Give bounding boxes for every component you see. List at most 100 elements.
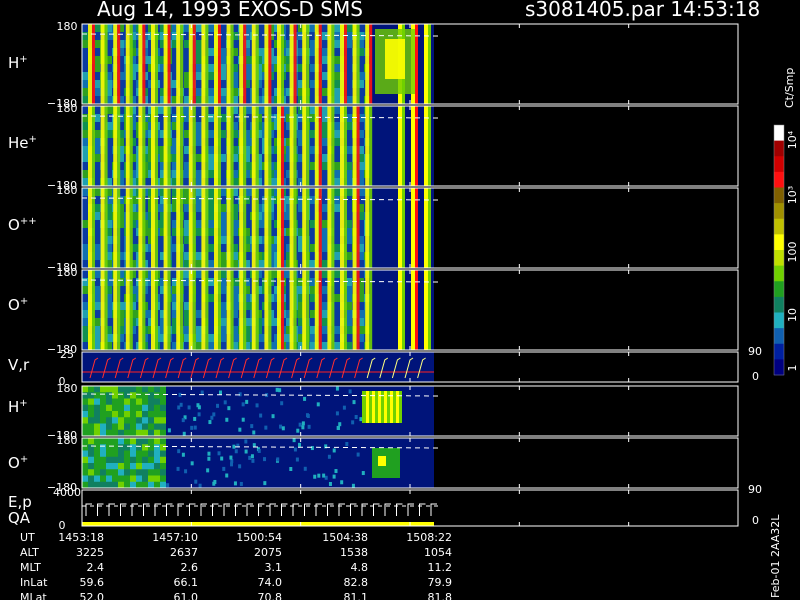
spin-stripe-edge (268, 106, 272, 186)
footer-value: 59.6 (80, 576, 105, 589)
low-energy-cell (82, 386, 88, 393)
spin-stripe-edge (192, 106, 196, 186)
heatmap-cell (322, 220, 328, 229)
low-energy-cell (82, 456, 88, 464)
low-energy-speck (271, 414, 275, 419)
low-energy-cell (130, 481, 136, 489)
heatmap-cell (82, 162, 88, 171)
low-energy-cell (130, 423, 136, 431)
low-energy-cell (106, 398, 112, 406)
heatmap-cell (208, 188, 214, 197)
heatmap-cell (322, 130, 328, 139)
low-energy-cell (118, 481, 124, 489)
low-energy-speck (193, 425, 197, 430)
low-energy-cell (124, 392, 130, 399)
low-energy-cell (94, 429, 100, 437)
heatmap-cell (196, 72, 202, 81)
spin-stripe (340, 24, 344, 104)
low-energy-cell (142, 423, 148, 431)
spin-stripe-edge (92, 106, 95, 186)
heatmap-cell (208, 72, 214, 81)
heatmap-cell (196, 64, 202, 73)
spin-stripe (327, 24, 332, 104)
low-energy-speck (345, 441, 349, 446)
heatmap-cell (334, 106, 340, 115)
spin-stripe (125, 106, 130, 186)
heatmap-cell (334, 72, 340, 81)
footer-value: 79.9 (428, 576, 453, 589)
spin-stripe (100, 106, 105, 186)
low-energy-cell (130, 386, 136, 393)
low-energy-speck (259, 413, 263, 418)
low-energy-cell (94, 411, 100, 418)
heatmap-cell (322, 260, 328, 269)
low-energy-cell (154, 386, 160, 393)
low-energy-speck (295, 457, 299, 462)
low-energy-cell (130, 429, 136, 437)
low-energy-cell (88, 386, 94, 393)
footer-value: 52.0 (80, 591, 105, 600)
heatmap-cell (208, 278, 214, 287)
low-energy-cell (94, 398, 100, 406)
low-energy-cell (94, 463, 100, 470)
heatmap-cell (208, 162, 214, 171)
low-energy-cell (130, 463, 136, 470)
spin-stripe-edge (255, 270, 259, 350)
low-hot-stripe (366, 391, 369, 423)
low-energy-speck (227, 406, 231, 411)
spin-stripe (151, 24, 155, 104)
low-energy-speck (252, 430, 256, 435)
heatmap-cell (82, 114, 88, 123)
heatmap-cell (82, 48, 88, 57)
low-energy-speck (257, 448, 261, 453)
spin-stripe-edge (117, 270, 121, 350)
heatmap-cell (334, 80, 340, 89)
low-energy-cell (118, 392, 124, 399)
spin-stripe-edge (92, 188, 95, 268)
footer-value: 1500:54 (236, 531, 282, 544)
low-energy-cell (124, 481, 130, 489)
spin-stripe (214, 106, 218, 186)
spin-stripe-edge (104, 188, 108, 268)
low-energy-speck (251, 458, 255, 463)
low-energy-cell (94, 404, 100, 412)
spin-stripe-edge (218, 24, 221, 104)
low-energy-speck (225, 417, 229, 422)
low-energy-speck (193, 416, 197, 421)
heatmap-cell (322, 154, 328, 163)
spin-stripe-edge (129, 270, 133, 350)
spin-stripe-edge (129, 24, 133, 104)
spin-stripe-edge (306, 24, 310, 104)
low-energy-speck (184, 469, 188, 474)
spin-stripe-edge (293, 24, 297, 104)
spin-stripe (226, 24, 231, 104)
low-energy-cell (154, 404, 160, 412)
low-energy-speck (207, 451, 211, 456)
heatmap-cell (322, 162, 328, 171)
heatmap-cell (82, 188, 88, 197)
heatmap-cell (334, 252, 340, 261)
spin-stripe (239, 106, 244, 186)
heatmap-cell (334, 334, 340, 343)
heatmap-cell (334, 212, 340, 221)
footer-value: 1538 (340, 546, 368, 559)
heatmap-cell (82, 286, 88, 295)
footer-value: 1508:22 (406, 531, 452, 544)
colorbar-unit: Ct/Smp (783, 67, 796, 108)
low-energy-speck (351, 420, 355, 425)
spin-stripe-edge (306, 270, 310, 350)
spin-stripe-edge (331, 188, 335, 268)
heatmap-cell (334, 188, 340, 197)
spin-stripe (327, 106, 332, 186)
heatmap-cell (334, 310, 340, 319)
y-axis-top-label: 180 (57, 20, 78, 33)
y-axis-top-label: 25 (60, 348, 74, 361)
y-axis-top-label: 180 (57, 434, 78, 447)
low-energy-cell (106, 404, 112, 412)
spin-stripe-edge (192, 270, 196, 350)
low-energy-cell (130, 417, 136, 424)
colorbar-segment (774, 265, 784, 282)
low-energy-cell (118, 417, 124, 424)
spin-stripe (125, 24, 130, 104)
low-hot-stripe (384, 391, 387, 423)
